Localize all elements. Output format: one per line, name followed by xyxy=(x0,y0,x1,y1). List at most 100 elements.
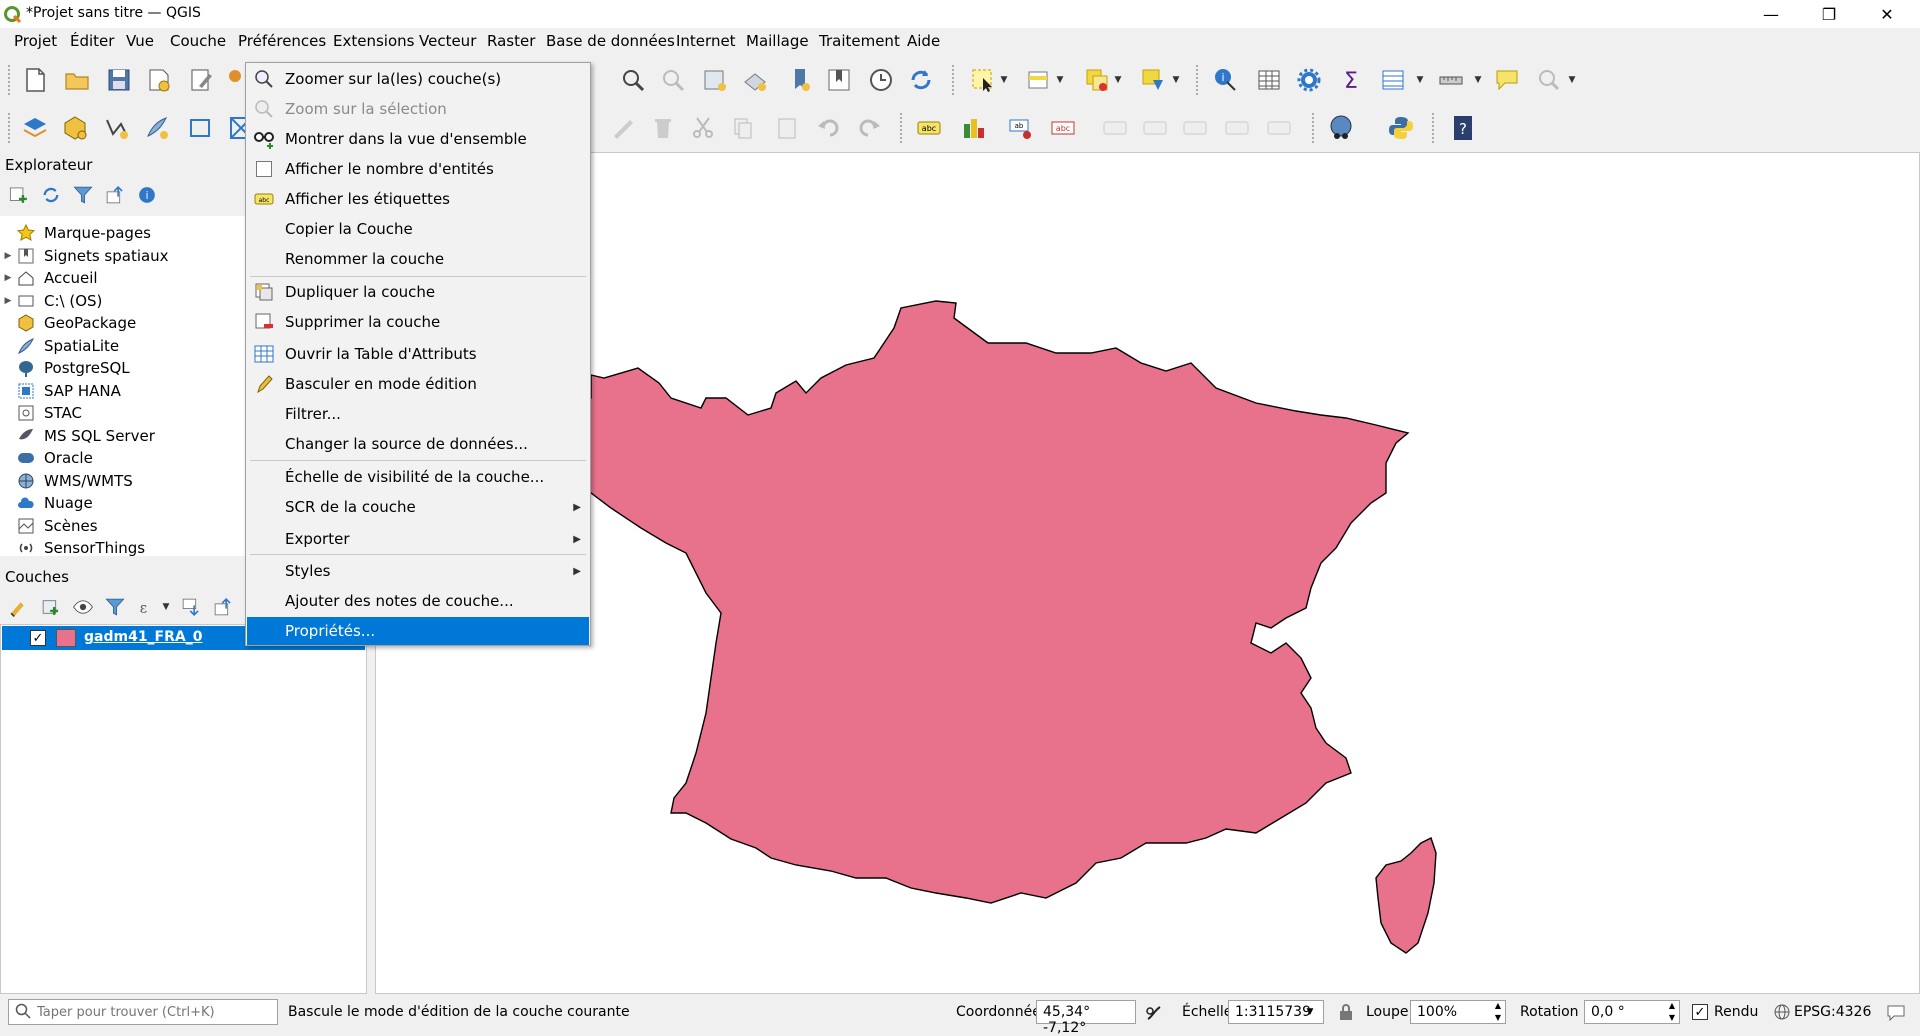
checkbox-icon[interactable] xyxy=(247,155,281,183)
menu-properties[interactable]: Propriétés... xyxy=(247,617,589,645)
save-project-icon[interactable] xyxy=(104,65,134,95)
python-console-icon[interactable] xyxy=(1386,113,1416,143)
toolbar-handle[interactable] xyxy=(8,65,12,95)
menu-filter[interactable]: Filtrer... xyxy=(247,400,589,428)
menu-show-feature-count[interactable]: Afficher le nombre d'entités xyxy=(247,155,589,183)
menu-vue[interactable]: Vue xyxy=(126,32,154,50)
select-features-icon[interactable] xyxy=(968,65,998,95)
menu-traitement[interactable]: Traitement xyxy=(819,32,900,50)
expand-arrow-icon[interactable]: ▶ xyxy=(0,251,16,261)
menu-visibility-scale[interactable]: Échelle de visibilité de la couche... xyxy=(247,463,589,491)
collapse-all-icon[interactable] xyxy=(102,182,128,208)
refresh-icon[interactable] xyxy=(38,182,64,208)
crs-globe-icon[interactable] xyxy=(1774,1004,1790,1024)
menu-show-labels[interactable]: abc Afficher les étiquettes xyxy=(247,185,589,213)
coordinate-field[interactable]: 45,34° -7,12° xyxy=(1036,1000,1136,1036)
layer-symbol[interactable] xyxy=(56,629,76,647)
new-print-layout-icon[interactable] xyxy=(144,65,174,95)
toolbar-handle[interactable] xyxy=(8,113,12,143)
visibility-icon[interactable] xyxy=(70,594,96,620)
layer-labeling-icon[interactable]: abc xyxy=(914,113,944,143)
new-virtual-layer-icon[interactable] xyxy=(186,113,216,143)
toggle-extents-icon[interactable] xyxy=(1144,1003,1164,1027)
toolbar-handle[interactable] xyxy=(1312,113,1316,143)
render-checkbox[interactable]: ✓ xyxy=(1692,1004,1708,1020)
magnifier-spinner[interactable]: ▲ ▼ xyxy=(1490,1000,1506,1024)
data-source-manager-icon[interactable] xyxy=(20,113,50,143)
menu-add-layer-notes[interactable]: Ajouter des notes de couche... xyxy=(247,587,589,615)
menu-extensions[interactable]: Extensions xyxy=(333,32,414,50)
map-canvas[interactable] xyxy=(375,152,1920,994)
collapse-all-icon[interactable] xyxy=(210,594,236,620)
menu-raster[interactable]: Raster xyxy=(487,32,535,50)
chevron-down-icon[interactable]: ▼ xyxy=(1472,65,1484,95)
menu-change-data-source[interactable]: Changer la source de données... xyxy=(247,430,589,458)
chevron-down-icon[interactable]: ▼ xyxy=(1170,65,1182,95)
menu-preferences[interactable]: Préférences xyxy=(238,32,326,50)
filter-legend-icon[interactable] xyxy=(102,594,128,620)
menu-styles[interactable]: Styles ▶ xyxy=(247,557,589,585)
crs-button[interactable]: EPSG:4326 xyxy=(1794,1004,1871,1020)
toolbar-handle[interactable] xyxy=(1432,113,1436,143)
select-location-icon[interactable] xyxy=(1138,65,1168,95)
highlight-labels-icon[interactable]: abc xyxy=(1048,113,1078,143)
show-bookmarks-icon[interactable] xyxy=(824,65,854,95)
close-icon[interactable]: ✕ xyxy=(1864,0,1910,28)
chevron-down-icon[interactable]: ▼ xyxy=(1054,65,1066,95)
chevron-down-icon[interactable]: ▼ xyxy=(1112,65,1124,95)
menu-zoom-to-layer[interactable]: Zoomer sur la(les) couche(s) xyxy=(247,65,589,93)
chevron-down-icon[interactable]: ▼ xyxy=(998,65,1010,95)
menu-aide[interactable]: Aide xyxy=(907,32,940,50)
refresh-icon[interactable] xyxy=(906,65,936,95)
attribute-table-icon[interactable] xyxy=(1378,65,1408,95)
menu-couche[interactable]: Couche xyxy=(170,32,226,50)
temporal-controller-icon[interactable] xyxy=(866,65,896,95)
quickmapservices-icon[interactable] xyxy=(1326,113,1356,143)
new-map-view-icon[interactable] xyxy=(700,65,730,95)
new-geopackage-icon[interactable] xyxy=(60,113,90,143)
expand-all-icon[interactable] xyxy=(178,594,204,620)
menu-rename-layer[interactable]: Renommer la couche xyxy=(247,245,589,273)
menu-maillage[interactable]: Maillage xyxy=(746,32,809,50)
statistical-summary-icon[interactable]: Σ xyxy=(1336,65,1366,95)
lock-icon[interactable] xyxy=(1338,1003,1354,1025)
help-icon[interactable]: ? xyxy=(1448,113,1478,143)
menu-toggle-editing[interactable]: Basculer en mode édition xyxy=(247,370,589,398)
add-selected-layers-icon[interactable] xyxy=(6,182,32,208)
locator-search[interactable] xyxy=(8,999,278,1025)
menu-base-de-donnees[interactable]: Base de données xyxy=(546,32,675,50)
map-tips-icon[interactable] xyxy=(1492,65,1522,95)
menu-editer[interactable]: Éditer xyxy=(70,32,114,50)
menu-export[interactable]: Exporter ▶ xyxy=(247,525,589,553)
processing-toolbox-icon[interactable] xyxy=(1294,65,1324,95)
toolbar-handle[interactable] xyxy=(1196,65,1200,95)
minimize-icon[interactable]: — xyxy=(1748,0,1794,28)
toolbar-handle[interactable] xyxy=(900,113,904,143)
info-icon[interactable]: i xyxy=(134,182,160,208)
pin-labels-icon[interactable]: ab xyxy=(1006,113,1036,143)
select-by-value-icon[interactable] xyxy=(1024,65,1054,95)
toolbar-handle[interactable] xyxy=(952,65,956,95)
menu-vecteur[interactable]: Vecteur xyxy=(419,32,476,50)
menu-open-attribute-table[interactable]: Ouvrir la Table d'Attributs xyxy=(247,340,589,368)
add-group-icon[interactable] xyxy=(38,594,64,620)
identify-features-icon[interactable]: i xyxy=(1210,65,1240,95)
chevron-down-icon[interactable]: ▼ xyxy=(1300,1001,1320,1023)
rotation-spinner[interactable]: ▲ ▼ xyxy=(1664,1000,1680,1024)
menu-internet[interactable]: Internet xyxy=(676,32,736,50)
measure-line-icon[interactable] xyxy=(1436,65,1466,95)
new-3d-view-icon[interactable] xyxy=(740,65,770,95)
style-manager-icon[interactable] xyxy=(186,65,216,95)
expand-arrow-icon[interactable]: ▶ xyxy=(0,273,16,283)
zoom-last-icon[interactable] xyxy=(618,65,648,95)
messages-icon[interactable] xyxy=(1886,1002,1906,1026)
layer-visibility-checkbox[interactable]: ✓ xyxy=(30,630,46,646)
chevron-down-icon[interactable]: ▼ xyxy=(1414,65,1426,95)
new-bookmark-icon[interactable] xyxy=(786,65,816,95)
expression-filter-icon[interactable]: ε xyxy=(132,594,158,620)
chevron-down-icon[interactable]: ▼ xyxy=(160,592,172,622)
deselect-features-icon[interactable] xyxy=(1082,65,1112,95)
expand-arrow-icon[interactable]: ▶ xyxy=(0,296,16,306)
open-project-icon[interactable] xyxy=(62,65,92,95)
search-input[interactable] xyxy=(35,1002,273,1022)
